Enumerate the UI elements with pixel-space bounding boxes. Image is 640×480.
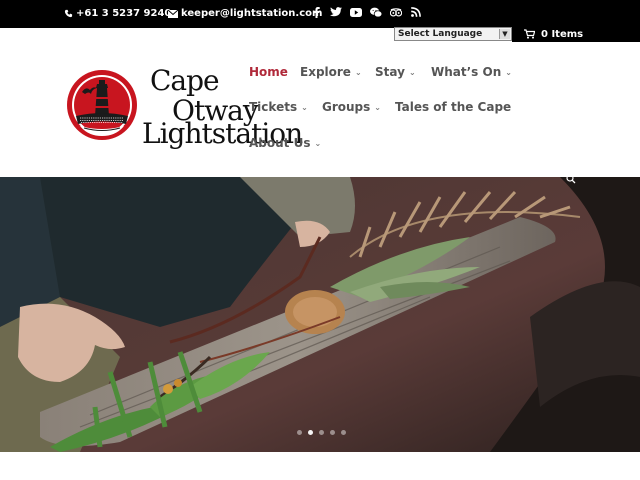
language-select[interactable]: Select Language ▼ xyxy=(394,27,512,41)
chevron-down-icon: ⌄ xyxy=(374,102,381,112)
social-links xyxy=(310,6,422,18)
nav-about-us[interactable]: About Us ⌄ xyxy=(249,136,321,150)
cart-count: 0 Items xyxy=(541,28,584,40)
slider-dot[interactable] xyxy=(330,430,335,435)
nav-tales-label: Tales of the Cape xyxy=(395,100,512,114)
chevron-down-icon: ⌄ xyxy=(408,67,416,77)
chevron-down-icon: ⌄ xyxy=(301,102,308,112)
search-icon[interactable] xyxy=(566,174,576,184)
email-address: keeper@lightstation.com xyxy=(181,8,323,19)
top-bar: +61 3 5237 9240 keeper@lightstation.com xyxy=(0,0,640,28)
lighthouse-logo-icon[interactable] xyxy=(66,66,138,144)
rss-icon[interactable] xyxy=(410,6,422,18)
cart-link[interactable]: 0 Items xyxy=(524,28,583,40)
nav-whats-on-label: What’s On xyxy=(431,65,502,79)
phone-contact[interactable]: +61 3 5237 9240 xyxy=(64,8,171,19)
wechat-icon[interactable] xyxy=(370,6,382,18)
twitter-icon[interactable] xyxy=(330,6,342,18)
phone-icon xyxy=(64,9,73,18)
envelope-icon xyxy=(168,9,178,18)
nav-groups-label: Groups xyxy=(322,100,371,114)
nav-stay-label: Stay xyxy=(375,65,405,79)
chevron-down-icon: ⌄ xyxy=(314,138,322,148)
hero-slider[interactable] xyxy=(0,177,640,452)
nav-about-label: About Us xyxy=(249,136,311,150)
youtube-icon[interactable] xyxy=(350,6,362,18)
nav-groups[interactable]: Groups ⌄ xyxy=(322,100,381,114)
shopping-cart-icon xyxy=(524,29,535,39)
language-select-value: Select Language xyxy=(398,29,483,39)
logo-text-line1: Cape xyxy=(150,64,220,97)
email-contact[interactable]: keeper@lightstation.com xyxy=(168,8,322,19)
nav-explore-label: Explore xyxy=(300,65,351,79)
phone-number: +61 3 5237 9240 xyxy=(76,8,172,19)
nav-stay[interactable]: Stay ⌄ xyxy=(375,65,416,79)
site-header: Cape Otway Lightstation Home Explore ⌄ S… xyxy=(0,42,640,177)
tripadvisor-icon[interactable] xyxy=(390,6,402,18)
slider-dot[interactable] xyxy=(341,430,346,435)
nav-explore[interactable]: Explore ⌄ xyxy=(300,65,362,79)
nav-tickets-label: Tickets xyxy=(249,100,298,114)
slider-dot[interactable] xyxy=(319,430,324,435)
nav-home-label: Home xyxy=(249,65,288,79)
page: +61 3 5237 9240 keeper@lightstation.com … xyxy=(0,0,640,480)
slider-dot[interactable] xyxy=(297,430,302,435)
slider-dot-active[interactable] xyxy=(308,430,313,435)
facebook-icon[interactable] xyxy=(310,6,322,18)
nav-tickets[interactable]: Tickets ⌄ xyxy=(249,100,308,114)
nav-tales-of-the-cape[interactable]: Tales of the Cape xyxy=(395,100,511,114)
hero-image xyxy=(0,177,640,452)
nav-home[interactable]: Home xyxy=(249,65,288,79)
chevron-down-icon: ⌄ xyxy=(505,67,512,77)
chevron-down-icon: ⌄ xyxy=(354,67,362,77)
slider-pagination xyxy=(297,430,346,435)
dropdown-arrow-icon: ▼ xyxy=(499,29,510,39)
page-bottom-area xyxy=(0,452,640,480)
nav-whats-on[interactable]: What’s On ⌄ xyxy=(431,65,512,79)
